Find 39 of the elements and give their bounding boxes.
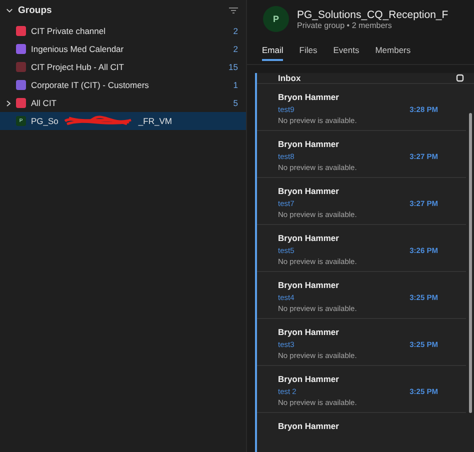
- email-sender: Bryon Hammer: [278, 233, 340, 243]
- group-name: Ingenious Med Calendar: [31, 44, 124, 54]
- email-sender: Bryon Hammer: [278, 374, 340, 384]
- unread-count: 2: [233, 26, 238, 36]
- group-item[interactable]: Ingenious Med Calendar 2: [0, 40, 246, 58]
- group-name: PG_So: [31, 116, 58, 126]
- email-sender: Bryon Hammer: [278, 327, 340, 337]
- group-avatar: P: [263, 6, 289, 32]
- tab[interactable]: Files: [299, 42, 318, 61]
- email-item[interactable]: Bryon Hammer: [257, 413, 466, 452]
- group-name: CIT Private channel: [31, 26, 106, 36]
- group-name: Corporate IT (CIT) - Customers: [31, 80, 149, 90]
- groups-heading: Groups: [18, 4, 53, 16]
- unread-count: 2: [233, 44, 238, 54]
- group-item[interactable]: CIT Project Hub - All CIT 15: [0, 58, 246, 76]
- group-item[interactable]: CIT Private channel 2: [0, 22, 246, 40]
- email-sender: Bryon Hammer: [278, 421, 340, 431]
- email-sender: Bryon Hammer: [278, 92, 340, 102]
- unread-count: 15: [228, 62, 238, 72]
- tab[interactable]: Email: [262, 42, 284, 61]
- group-name: _FR_VM: [138, 116, 172, 126]
- email-sender: Bryon Hammer: [278, 139, 340, 149]
- group-name: CIT Project Hub - All CIT: [31, 62, 124, 72]
- group-title: PG_Solutions_CQ_Reception_F: [297, 8, 448, 20]
- unread-count: 1: [233, 80, 238, 90]
- inbox-heading: Inbox: [278, 73, 302, 83]
- group-item[interactable]: All CIT 5: [0, 94, 246, 112]
- group-item[interactable]: Corporate IT (CIT) - Customers 1: [0, 76, 246, 94]
- unread-count: 5: [233, 98, 238, 108]
- chevron-icon[interactable]: [6, 6, 13, 14]
- tab[interactable]: Events: [333, 42, 360, 61]
- tab[interactable]: Members: [375, 42, 411, 61]
- email-sender: Bryon Hammer: [278, 186, 340, 196]
- group-subtitle: Private group • 2 members: [297, 20, 393, 30]
- scrollbar[interactable]: [469, 113, 472, 413]
- email-sender: Bryon Hammer: [278, 280, 340, 290]
- chevron-icon[interactable]: [6, 100, 11, 106]
- filter-icon[interactable]: [229, 6, 238, 14]
- group-name: All CIT: [31, 98, 56, 108]
